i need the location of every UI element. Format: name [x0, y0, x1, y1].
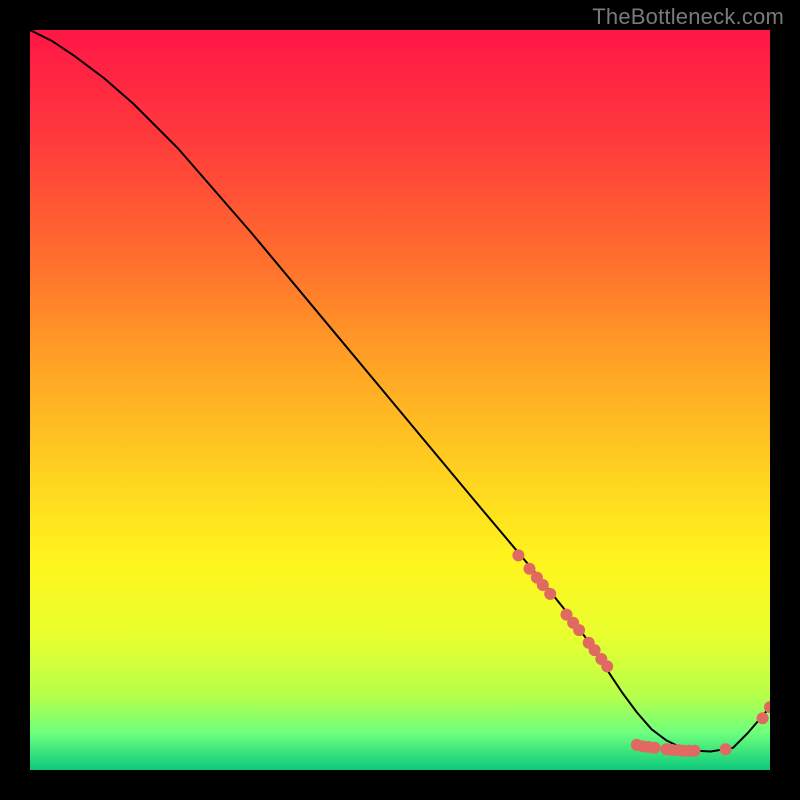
data-marker [649, 742, 661, 754]
watermark-text: TheBottleneck.com [592, 4, 784, 30]
chart-frame: TheBottleneck.com [0, 0, 800, 800]
bottleneck-chart [30, 30, 770, 770]
data-marker [601, 660, 613, 672]
data-marker [512, 549, 524, 561]
gradient-background [30, 30, 770, 770]
data-marker [573, 624, 585, 636]
plot-area [30, 30, 770, 770]
data-marker [544, 588, 556, 600]
data-marker [720, 743, 732, 755]
data-marker [757, 712, 769, 724]
data-marker [689, 745, 701, 757]
